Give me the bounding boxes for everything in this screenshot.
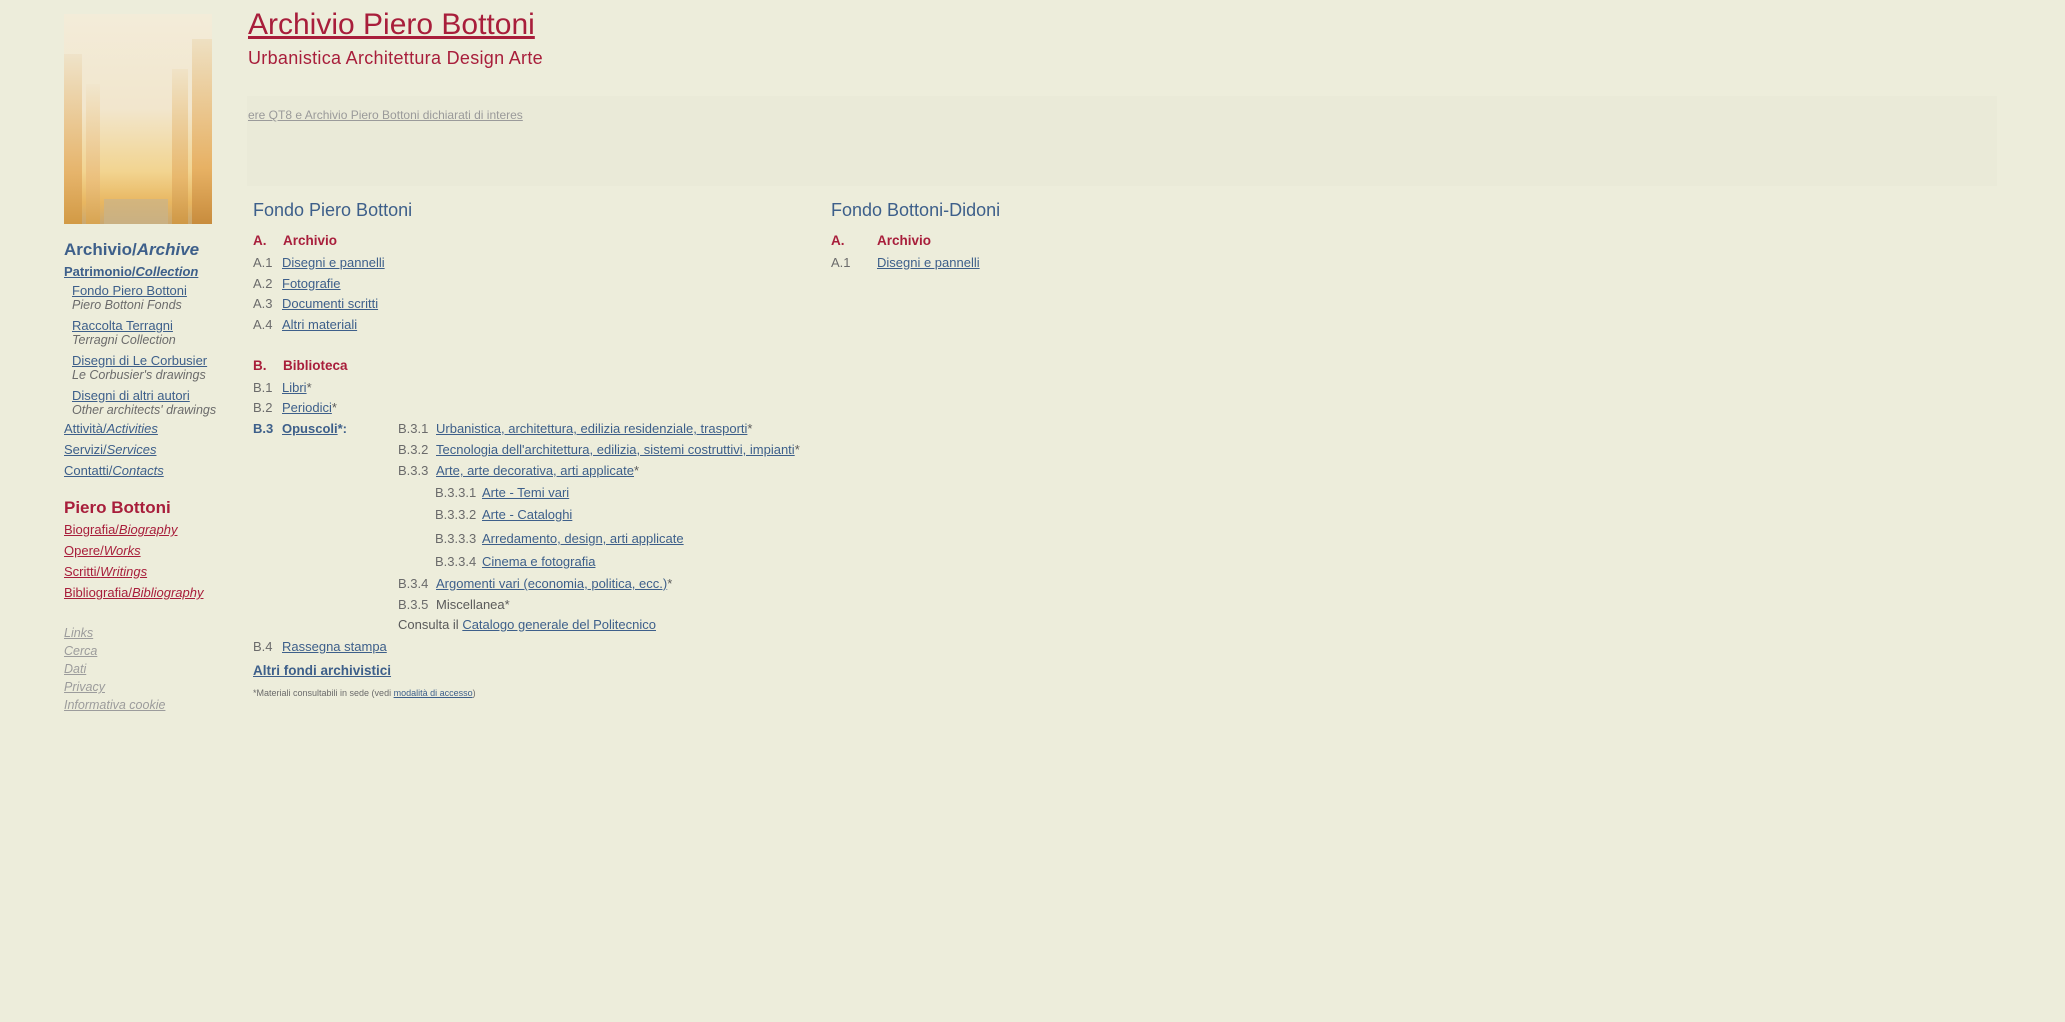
fondo-didoni-title: Fondo Bottoni-Didoni bbox=[831, 200, 1001, 220]
link-periodici[interactable]: Periodici bbox=[282, 400, 332, 415]
list-item-a4: A.4 Altri materiali bbox=[253, 317, 358, 332]
sidebar-link-services[interactable]: Servizi/Services bbox=[64, 442, 234, 457]
consulta-catalogo: Consulta il Catalogo generale del Polite… bbox=[398, 617, 656, 632]
list-item-b3: B.3 Opuscoli*: bbox=[253, 421, 348, 436]
sidebar-link-activities[interactable]: Attività/Activities bbox=[64, 421, 234, 436]
sidebar-link-works[interactable]: Opere/Works bbox=[64, 543, 234, 558]
sidebar-label-fondo-bottoni-en: Piero Bottoni Fonds bbox=[72, 298, 182, 312]
fondo-bottoni-title: Fondo Piero Bottoni bbox=[253, 200, 413, 220]
link-opuscoli[interactable]: Opuscoli bbox=[282, 421, 338, 436]
list-item-b331: B.3.3.1 Arte - Temi vari bbox=[435, 485, 570, 500]
sidebar-link-bibliography[interactable]: Bibliografia/Bibliography bbox=[64, 585, 234, 600]
link-arte-temi-vari[interactable]: Arte - Temi vari bbox=[482, 485, 569, 500]
sidebar-link-cookie-policy[interactable]: Informativa cookie bbox=[64, 698, 234, 712]
didoni-list-item-a1: A.1 Disegni e pannelli bbox=[831, 255, 980, 270]
list-item-a1: A.1 Disegni e pannelli bbox=[253, 255, 385, 270]
list-item-b1: B.1 Libri* bbox=[253, 380, 312, 395]
sidebar-link-search[interactable]: Cerca bbox=[64, 644, 234, 658]
list-item-b334: B.3.3.4 Cinema e fotografia bbox=[435, 554, 596, 569]
list-item-b32: B.3.2 Tecnologia dell'architettura, edili… bbox=[398, 442, 800, 457]
sidebar-link-contacts[interactable]: Contatti/Contacts bbox=[64, 463, 234, 478]
list-item-b34: B.3.4 Argomenti vari (economia, politica,… bbox=[398, 576, 673, 591]
sidebar: Archivio/Archive Patrimonio/Collection F… bbox=[64, 240, 234, 716]
list-item-b35: B.3.5 Miscellanea* bbox=[398, 597, 510, 612]
didoni-section-a-archivio: A. Archivio bbox=[831, 233, 932, 248]
link-disegni-pannelli[interactable]: Disegni e pannelli bbox=[282, 255, 385, 270]
sidebar-link-biography[interactable]: Biografia/Biography bbox=[64, 522, 234, 537]
link-argomenti-vari[interactable]: Argomenti vari (economia, politica, ecc.… bbox=[436, 576, 667, 591]
link-arte-decorativa[interactable]: Arte, arte decorativa, arti applicate bbox=[436, 463, 634, 478]
sidebar-label-terragni-en: Terragni Collection bbox=[72, 333, 176, 347]
link-urbanistica[interactable]: Urbanistica, architettura, edilizia resi… bbox=[436, 421, 747, 436]
header-image bbox=[64, 14, 212, 224]
news-ticker-link[interactable]: ere QT8 e Archivio Piero Bottoni dichiar… bbox=[248, 108, 570, 122]
sidebar-label-altri-autori-en: Other architects' drawings bbox=[72, 403, 217, 417]
sidebar-link-fondo-bottoni[interactable]: Fondo Piero Bottoni bbox=[72, 283, 234, 298]
archive-heading: Archivio/Archive bbox=[64, 240, 200, 259]
section-b-biblioteca: B. Biblioteca bbox=[253, 358, 348, 373]
link-cinema-fotografia[interactable]: Cinema e fotografia bbox=[482, 554, 595, 569]
link-modalita-accesso[interactable]: modalità di accesso bbox=[394, 688, 473, 698]
link-altri-fondi[interactable]: Altri fondi archivistici bbox=[253, 663, 391, 678]
sidebar-link-altri-autori[interactable]: Disegni di altri autori bbox=[72, 388, 234, 403]
list-item-a3: A.3 Documenti scritti bbox=[253, 296, 379, 311]
link-rassegna-stampa[interactable]: Rassegna stampa bbox=[282, 639, 387, 654]
site-subtitle: Urbanistica Architettura Design Arte bbox=[248, 48, 543, 68]
sidebar-link-le-corbusier[interactable]: Disegni di Le Corbusier bbox=[72, 353, 234, 368]
bottoni-heading: Piero Bottoni bbox=[64, 498, 171, 517]
list-item-b333: B.3.3.3 Arredamento, design, arti applica… bbox=[435, 531, 684, 546]
link-arredamento-design[interactable]: Arredamento, design, arti applicate bbox=[482, 531, 684, 546]
list-item-b332: B.3.3.2 Arte - Cataloghi bbox=[435, 507, 573, 522]
sidebar-link-privacy[interactable]: Privacy bbox=[64, 680, 234, 694]
site-title[interactable]: Archivio Piero Bottoni bbox=[248, 8, 535, 42]
link-arte-cataloghi[interactable]: Arte - Cataloghi bbox=[482, 507, 572, 522]
list-item-b31: B.3.1 Urbanistica, architettura, edilizia… bbox=[398, 421, 753, 436]
list-item-b2: B.2 Periodici* bbox=[253, 400, 337, 415]
sidebar-link-collection[interactable]: Patrimonio/Collection bbox=[64, 264, 234, 279]
sidebar-link-data[interactable]: Dati bbox=[64, 662, 234, 676]
link-tecnologia[interactable]: Tecnologia dell'architettura, edilizia, … bbox=[436, 442, 795, 457]
list-item-b33: B.3.3 Arte, arte decorativa, arti applica… bbox=[398, 463, 640, 478]
link-libri[interactable]: Libri bbox=[282, 380, 307, 395]
link-documenti-scritti[interactable]: Documenti scritti bbox=[282, 296, 378, 311]
link-didoni-disegni-pannelli[interactable]: Disegni e pannelli bbox=[877, 255, 980, 270]
list-item-b4: B.4 Rassegna stampa bbox=[253, 639, 387, 654]
link-catalogo-politecnico[interactable]: Catalogo generale del Politecnico bbox=[462, 617, 656, 632]
link-fotografie[interactable]: Fotografie bbox=[282, 276, 341, 291]
sidebar-link-links[interactable]: Links bbox=[64, 626, 234, 640]
sidebar-link-writings[interactable]: Scritti/Writings bbox=[64, 564, 234, 579]
link-altri-materiali[interactable]: Altri materiali bbox=[282, 317, 357, 332]
sidebar-label-le-corbusier-en: Le Corbusier's drawings bbox=[72, 368, 206, 382]
list-item-a2: A.2 Fotografie bbox=[253, 276, 341, 291]
section-a-archivio: A. Archivio bbox=[253, 233, 338, 248]
footnote: *Materiali consultabili in sede (vedi mo… bbox=[253, 688, 476, 698]
sidebar-link-raccolta-terragni[interactable]: Raccolta Terragni bbox=[72, 318, 234, 333]
